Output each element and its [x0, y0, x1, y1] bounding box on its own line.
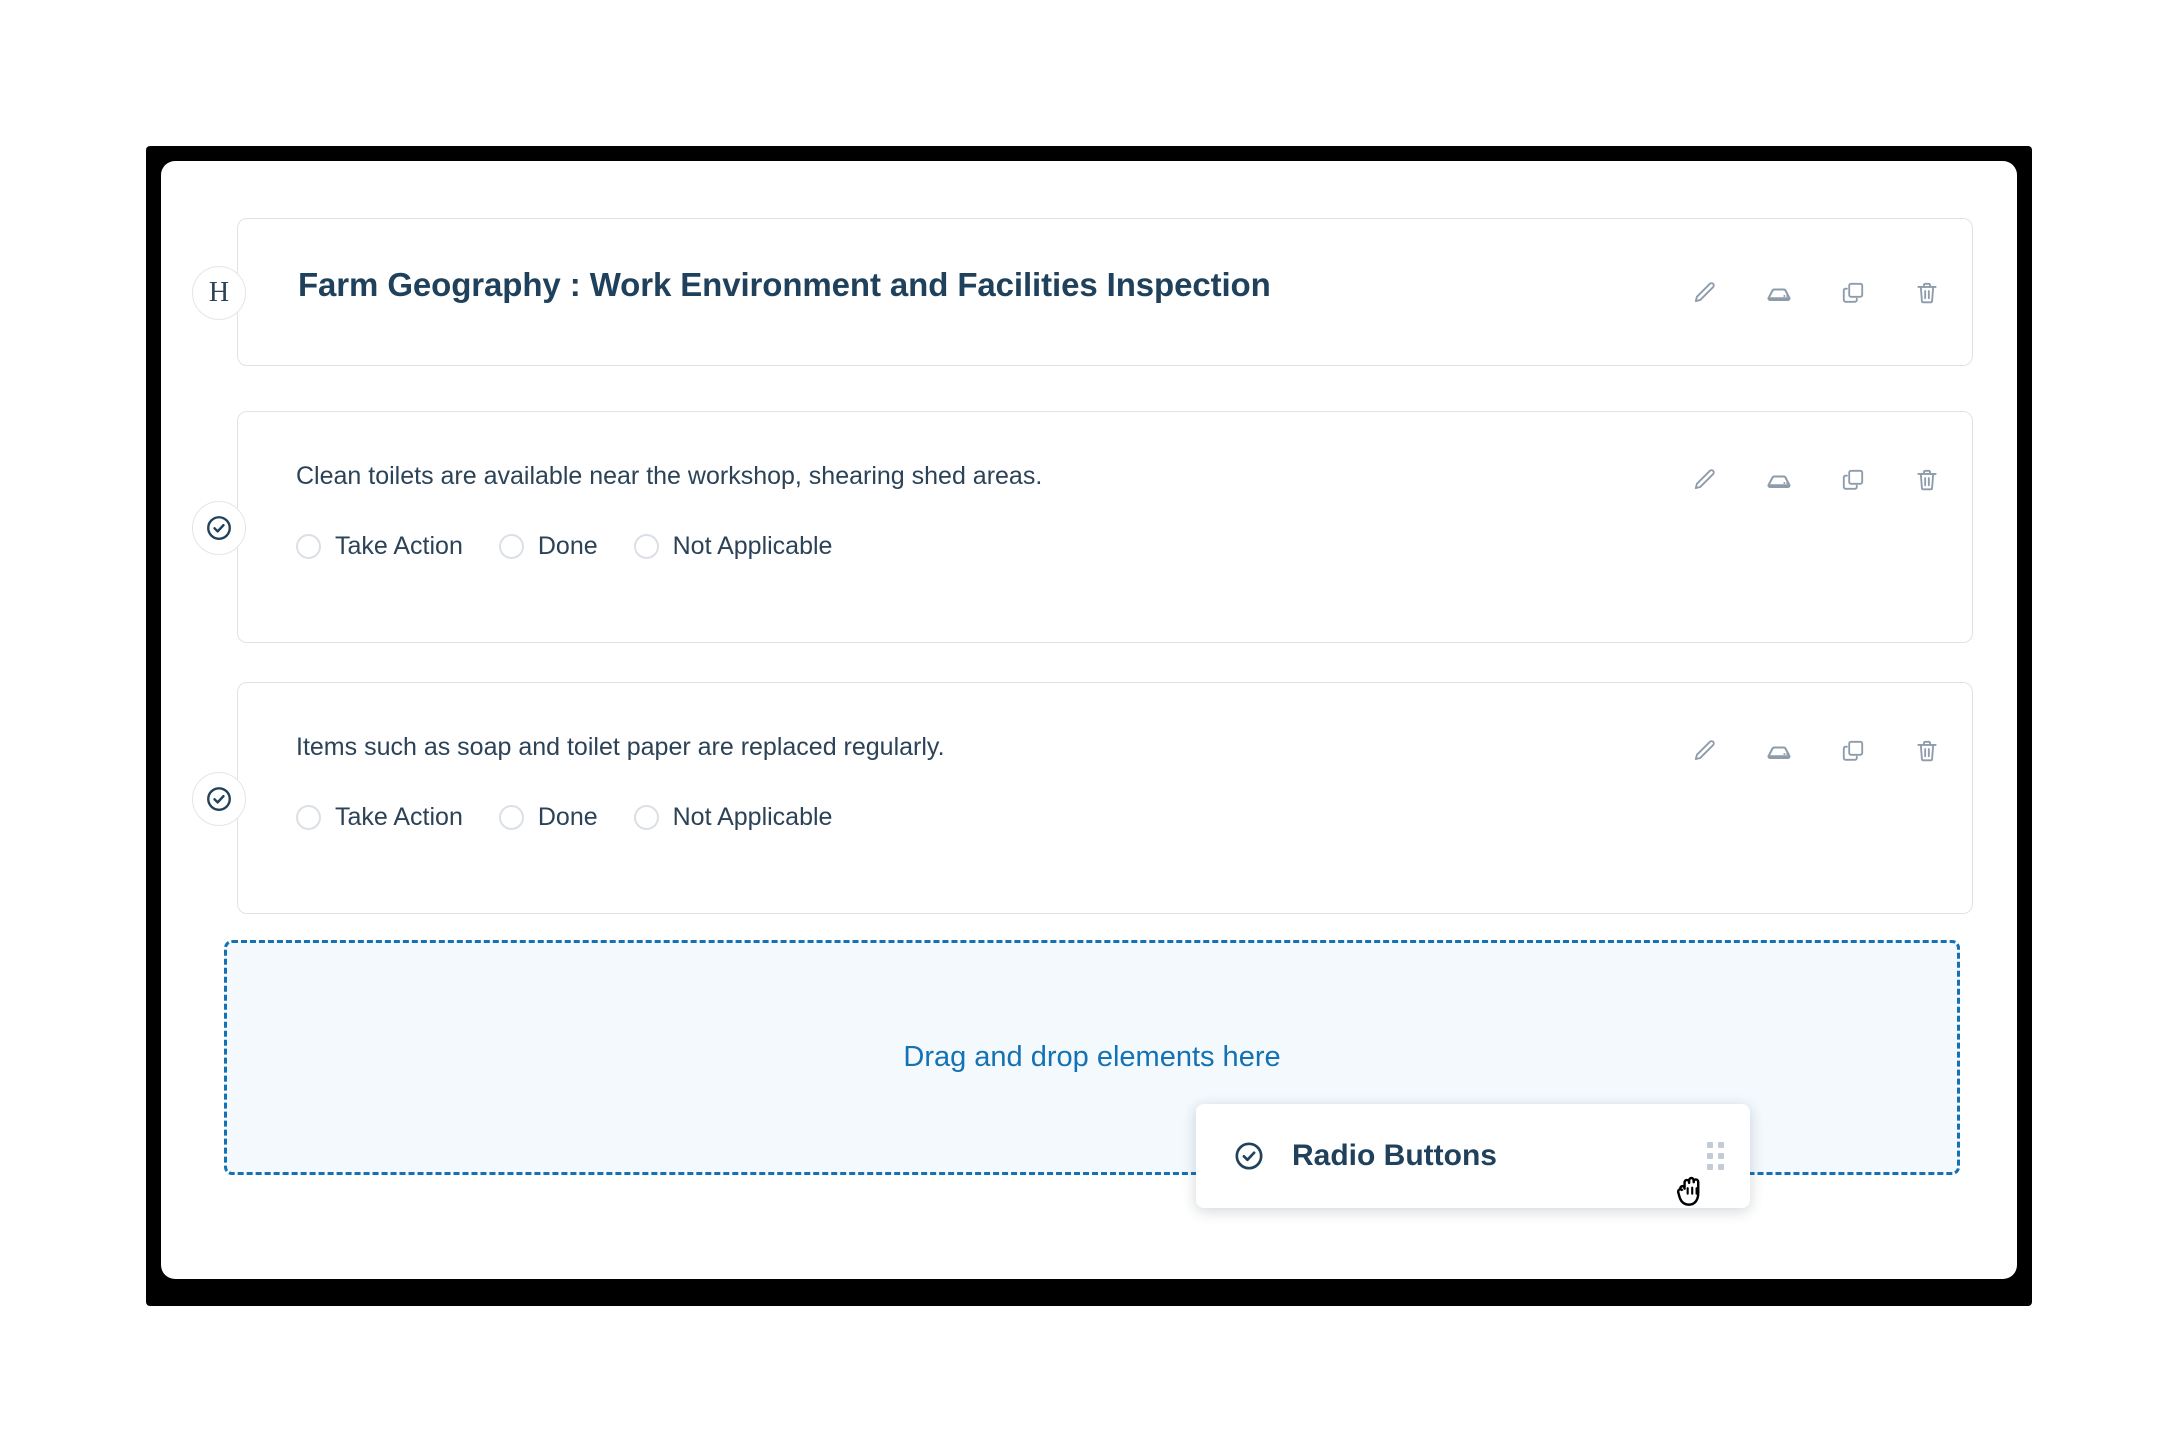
- radio-circle-icon: [296, 805, 321, 830]
- radio-option-label: Take Action: [335, 803, 463, 831]
- header-block[interactable]: H Farm Geography : Work Environment and …: [192, 218, 1973, 366]
- edit-icon[interactable]: [1688, 463, 1722, 497]
- question-text: Items such as soap and toilet paper are …: [296, 733, 945, 761]
- page-title: Farm Geography : Work Environment and Fa…: [298, 266, 1271, 303]
- delete-icon[interactable]: [1910, 734, 1944, 768]
- dragging-element-label: Radio Buttons: [1292, 1139, 1497, 1172]
- duplicate-icon[interactable]: [1836, 276, 1870, 310]
- radio-option-take-action[interactable]: Take Action: [296, 532, 463, 561]
- radio-circle-icon: [633, 534, 659, 559]
- header-action-icons: [1688, 276, 1944, 310]
- radio-option-done[interactable]: Done: [498, 803, 598, 832]
- question-action-icons: [1688, 734, 1944, 768]
- radio-circle-icon: [633, 805, 659, 830]
- radio-option-label: Done: [537, 803, 598, 831]
- radio-option-take-action[interactable]: Take Action: [296, 803, 463, 832]
- device-icon[interactable]: [1762, 463, 1796, 497]
- delete-icon[interactable]: [1910, 276, 1944, 310]
- edit-icon[interactable]: [1688, 276, 1722, 310]
- radio-option-not-applicable[interactable]: Not Applicable: [633, 803, 833, 832]
- radio-circle-icon: [296, 534, 321, 559]
- radio-circle-icon: [498, 805, 524, 830]
- question-action-icons: [1688, 463, 1944, 497]
- radio-option-label: Not Applicable: [672, 803, 833, 831]
- radio-option-done[interactable]: Done: [498, 532, 598, 561]
- check-circle-icon: [192, 772, 246, 826]
- radio-option-not-applicable[interactable]: Not Applicable: [633, 532, 833, 561]
- radio-group: Take Action Done Not Applicable: [296, 803, 832, 832]
- radio-option-label: Not Applicable: [672, 532, 833, 560]
- radio-option-label: Done: [537, 532, 598, 560]
- radio-group: Take Action Done Not Applicable: [296, 532, 832, 561]
- question-block[interactable]: Clean toilets are available near the wor…: [192, 411, 1973, 643]
- check-circle-icon: [192, 501, 246, 555]
- question-text: Clean toilets are available near the wor…: [296, 462, 1043, 490]
- duplicate-icon[interactable]: [1836, 463, 1870, 497]
- header-badge-letter: H: [208, 277, 230, 308]
- radio-option-label: Take Action: [335, 532, 463, 560]
- header-badge: H: [192, 266, 246, 320]
- device-icon[interactable]: [1762, 734, 1796, 768]
- dragging-element-card[interactable]: Radio Buttons: [1196, 1104, 1750, 1208]
- device-icon[interactable]: [1762, 276, 1796, 310]
- drop-zone-label: Drag and drop elements here: [903, 1041, 1281, 1073]
- duplicate-icon[interactable]: [1836, 734, 1870, 768]
- check-circle-icon: [1232, 1139, 1266, 1173]
- drag-handle-icon[interactable]: [1707, 1142, 1724, 1170]
- edit-icon[interactable]: [1688, 734, 1722, 768]
- radio-circle-icon: [498, 534, 524, 559]
- delete-icon[interactable]: [1910, 463, 1944, 497]
- question-block[interactable]: Items such as soap and toilet paper are …: [192, 682, 1973, 914]
